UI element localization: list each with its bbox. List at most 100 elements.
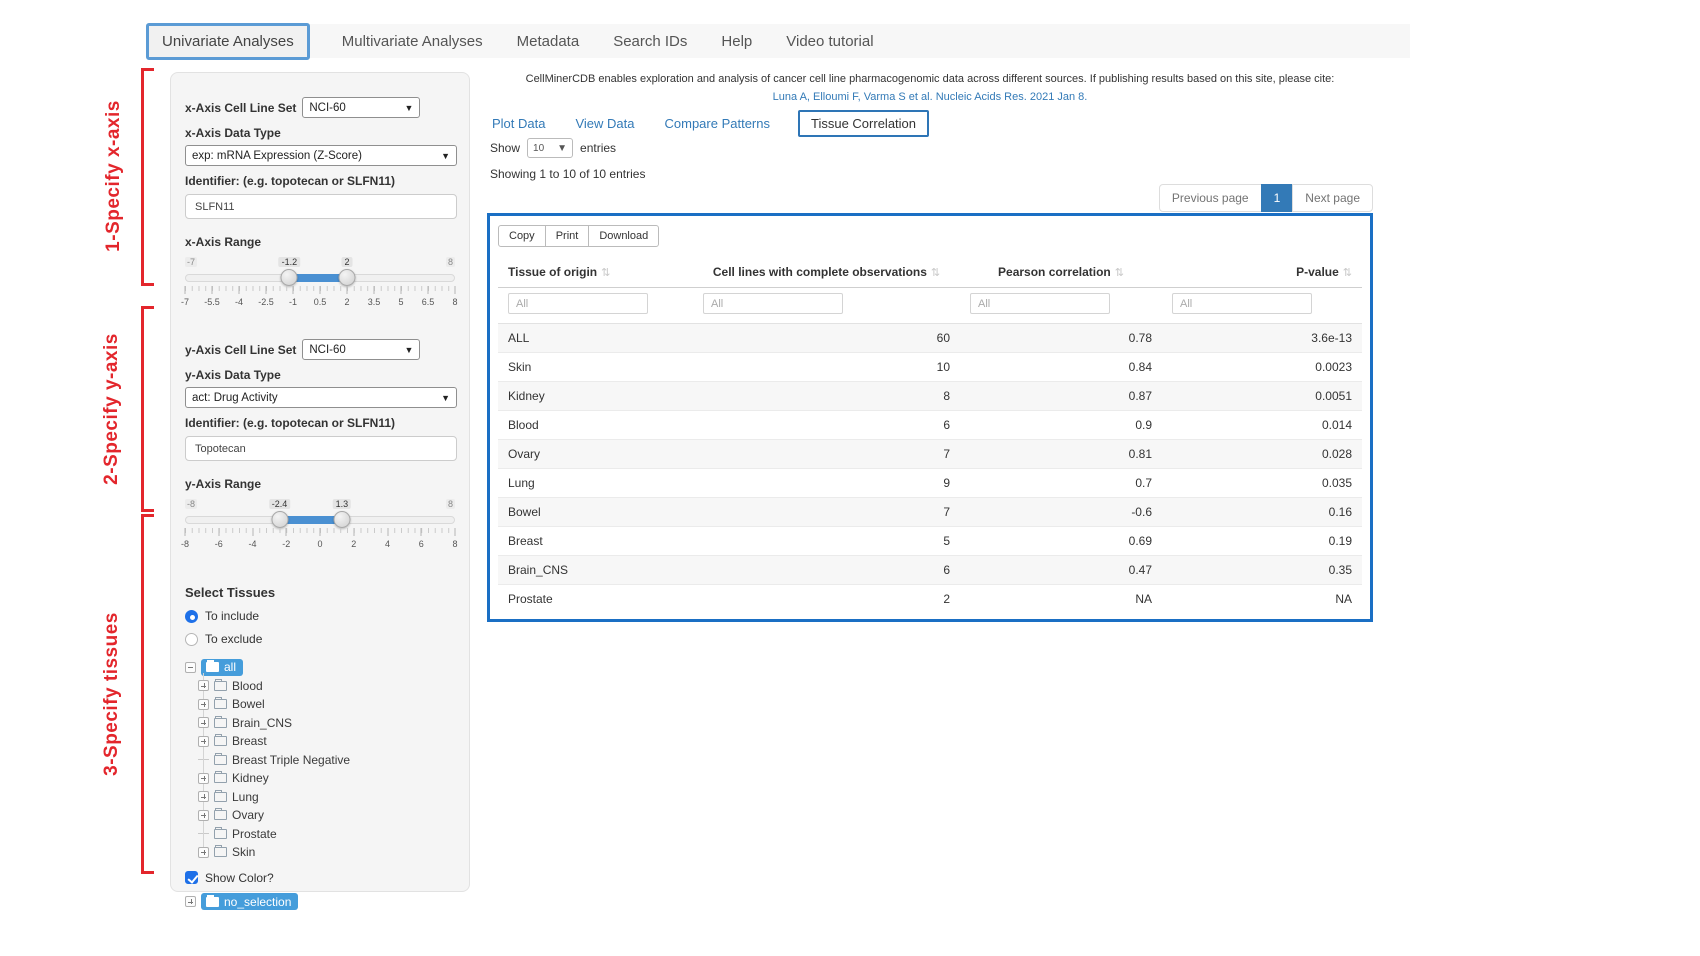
sort-icon[interactable]: ⇅ — [1343, 267, 1352, 279]
tree-node-label: Breast — [232, 734, 267, 748]
tree-node-bowel[interactable]: Bowel — [198, 695, 455, 714]
y-range-tick-label: -6 — [215, 539, 223, 549]
copy-button[interactable]: Copy — [498, 225, 546, 247]
sort-icon[interactable]: ⇅ — [1115, 267, 1124, 279]
expand-plus-icon[interactable] — [198, 773, 209, 784]
tree-node-kidney[interactable]: Kidney — [198, 769, 455, 788]
table-row[interactable]: Breast50.690.19 — [498, 527, 1362, 556]
x-identifier-input[interactable] — [185, 194, 457, 219]
expand-plus-icon[interactable] — [198, 717, 209, 728]
previous-page-button[interactable]: Previous page — [1159, 184, 1262, 212]
x-cell-line-set-select[interactable]: NCI-60 ▼ — [302, 97, 420, 118]
slider-handle-high[interactable] — [333, 511, 350, 528]
cell-pearson-correlation: 0.47 — [960, 556, 1162, 585]
table-row[interactable]: Skin100.840.0023 — [498, 353, 1362, 382]
no-selection-chip[interactable]: no_selection — [201, 893, 298, 910]
table-row[interactable]: Prostate2NANA — [498, 585, 1362, 614]
y-data-type-select[interactable]: act: Drug Activity ▼ — [185, 387, 457, 408]
column-header-cell-lines-with-complete-observations[interactable]: Cell lines with complete observations⇅ — [693, 257, 960, 288]
table-row[interactable]: Lung90.70.035 — [498, 469, 1362, 498]
table-row[interactable]: ALL600.783.6e-13 — [498, 324, 1362, 353]
leaf-connector — [198, 759, 209, 760]
expand-plus-icon[interactable] — [185, 896, 196, 907]
folder-icon — [214, 773, 227, 783]
sort-icon[interactable]: ⇅ — [601, 267, 610, 279]
print-button[interactable]: Print — [545, 225, 590, 247]
tissues-include-radio[interactable]: To include — [185, 609, 455, 623]
chevron-down-icon: ▼ — [557, 143, 567, 154]
column-filter-input-p-value[interactable] — [1172, 293, 1312, 314]
cell-p-value: 0.035 — [1162, 469, 1362, 498]
x-data-type-select[interactable]: exp: mRNA Expression (Z-Score) ▼ — [185, 145, 457, 166]
nav-tab-multivariate-analyses[interactable]: Multivariate Analyses — [340, 27, 485, 56]
table-row[interactable]: Ovary70.810.028 — [498, 440, 1362, 469]
tree-node-breast-triple-negative[interactable]: Breast Triple Negative — [198, 751, 455, 770]
column-header-tissue-of-origin[interactable]: Tissue of origin⇅ — [498, 257, 693, 288]
page-length-select[interactable]: 10 ▼ — [527, 138, 573, 158]
tissues-exclude-radio[interactable]: To exclude — [185, 632, 455, 646]
cell-p-value: 3.6e-13 — [1162, 324, 1362, 353]
tab-view-data[interactable]: View Data — [573, 112, 636, 135]
collapse-minus-icon[interactable] — [185, 662, 196, 673]
tree-node-skin[interactable]: Skin — [198, 843, 455, 862]
expand-plus-icon[interactable] — [198, 847, 209, 858]
expand-plus-icon[interactable] — [198, 810, 209, 821]
column-filter-input-cell-lines-with-complete-observations[interactable] — [703, 293, 843, 314]
leaf-connector — [198, 833, 209, 834]
column-filter-input-tissue-of-origin[interactable] — [508, 293, 648, 314]
nav-tab-univariate-analyses[interactable]: Univariate Analyses — [146, 23, 310, 60]
all-selected-chip[interactable]: all — [201, 659, 243, 676]
column-header-pearson-correlation[interactable]: Pearson correlation⇅ — [960, 257, 1162, 288]
x-range-tick-label: -7 — [181, 297, 189, 307]
tree-node-label: Bowel — [232, 697, 265, 711]
x-cell-line-set-label: x-Axis Cell Line Set — [185, 101, 296, 115]
y-identifier-input[interactable] — [185, 436, 457, 461]
expand-plus-icon[interactable] — [198, 680, 209, 691]
cell-tissue-of-origin: Prostate — [498, 585, 693, 614]
tree-node-blood[interactable]: Blood — [198, 677, 455, 696]
show-color-checkbox[interactable]: Show Color? — [185, 871, 455, 885]
expand-plus-icon[interactable] — [198, 736, 209, 747]
expand-plus-icon[interactable] — [198, 699, 209, 710]
download-button[interactable]: Download — [588, 225, 659, 247]
table-row[interactable]: Brain_CNS60.470.35 — [498, 556, 1362, 585]
x-range-slider[interactable]: -78-1.22-7-5.5-4-2.5-10.523.556.58 — [185, 257, 455, 313]
table-row[interactable]: Blood60.90.014 — [498, 411, 1362, 440]
expand-plus-icon[interactable] — [198, 791, 209, 802]
sort-icon[interactable]: ⇅ — [931, 267, 940, 279]
next-page-button[interactable]: Next page — [1292, 184, 1373, 212]
tissue-correlation-table-panel: CopyPrintDownload Tissue of origin⇅Cell … — [487, 213, 1373, 622]
column-header-p-value[interactable]: P-value⇅ — [1162, 257, 1362, 288]
slider-handle-low[interactable] — [271, 511, 288, 528]
y-range-slider[interactable]: -88-2.41.3-8-6-4-202468 — [185, 499, 455, 555]
tree-node-lung[interactable]: Lung — [198, 788, 455, 807]
tree-node-brain-cns[interactable]: Brain_CNS — [198, 714, 455, 733]
nav-tab-help[interactable]: Help — [719, 27, 754, 56]
tab-tissue-correlation[interactable]: Tissue Correlation — [798, 110, 929, 137]
tab-plot-data[interactable]: Plot Data — [490, 112, 547, 135]
nav-tab-metadata[interactable]: Metadata — [515, 27, 582, 56]
table-row[interactable]: Kidney80.870.0051 — [498, 382, 1362, 411]
nav-tab-search-ids[interactable]: Search IDs — [611, 27, 689, 56]
tree-node-prostate[interactable]: Prostate — [198, 825, 455, 844]
folder-icon — [206, 662, 219, 672]
slider-handle-low[interactable] — [281, 269, 298, 286]
tree-node-all[interactable]: all — [185, 658, 455, 677]
slider-major-tick — [185, 286, 186, 294]
y-cell-line-set-select[interactable]: NCI-60 ▼ — [302, 339, 420, 360]
folder-icon — [214, 718, 227, 728]
show-label: Show — [490, 141, 520, 155]
table-row[interactable]: Bowel7-0.60.16 — [498, 498, 1362, 527]
tree-node-ovary[interactable]: Ovary — [198, 806, 455, 825]
folder-icon — [214, 681, 227, 691]
slider-major-tick — [320, 286, 321, 294]
column-filter-input-pearson-correlation[interactable] — [970, 293, 1110, 314]
slider-handle-high[interactable] — [339, 269, 356, 286]
page-1-button[interactable]: 1 — [1261, 184, 1294, 212]
tree-node-breast[interactable]: Breast — [198, 732, 455, 751]
tab-compare-patterns[interactable]: Compare Patterns — [663, 112, 773, 135]
tree-node-no-selection[interactable]: no_selection — [185, 893, 455, 912]
citation-link[interactable]: Luna A, Elloumi F, Varma S et al. Nuclei… — [487, 88, 1373, 106]
nav-tab-video-tutorial[interactable]: Video tutorial — [784, 27, 875, 56]
page-length-row: Show 10 ▼ entries — [490, 138, 616, 158]
